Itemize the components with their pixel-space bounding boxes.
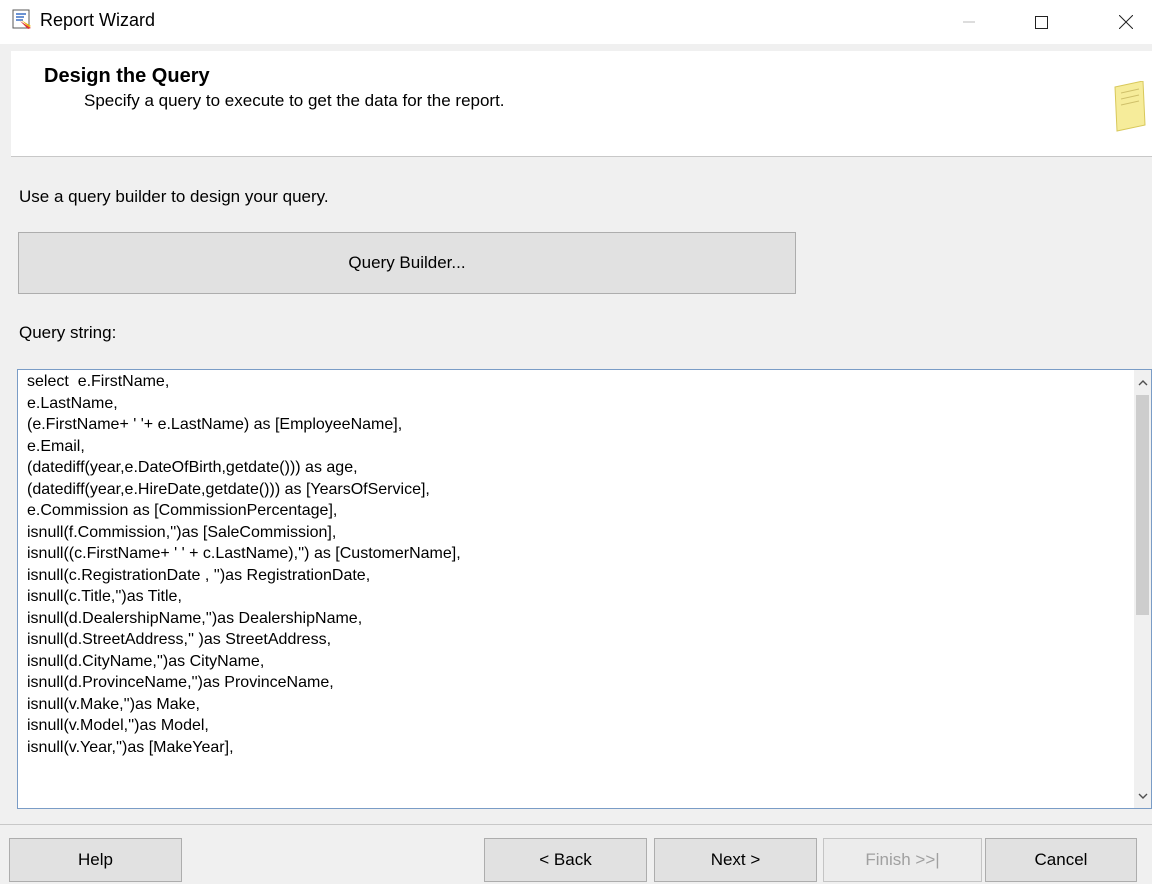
close-icon	[1119, 15, 1133, 29]
query-string-textarea[interactable]: select e.FirstName, e.LastName, (e.First…	[17, 369, 1152, 809]
report-wizard-icon	[11, 8, 33, 30]
scrollbar-thumb[interactable]	[1136, 395, 1149, 615]
wizard-header: Design the Query Specify a query to exec…	[11, 51, 1152, 157]
query-string-text[interactable]: select e.FirstName, e.LastName, (e.First…	[27, 371, 1117, 807]
minimize-icon	[963, 21, 975, 23]
chevron-down-icon	[1138, 793, 1147, 799]
maximize-button[interactable]	[1018, 0, 1064, 44]
page-subtitle: Specify a query to execute to get the da…	[84, 91, 505, 110]
footer-divider	[0, 824, 1152, 825]
query-string-label: Query string:	[19, 323, 117, 342]
cancel-button[interactable]: Cancel	[985, 838, 1137, 882]
back-button[interactable]: < Back	[484, 838, 647, 882]
close-button[interactable]	[1103, 0, 1149, 44]
title-bar: Report Wizard	[0, 0, 1152, 44]
window-title: Report Wizard	[40, 10, 156, 30]
minimize-button[interactable]	[946, 0, 992, 44]
query-builder-button[interactable]: Query Builder...	[18, 232, 796, 294]
next-button[interactable]: Next >	[654, 838, 817, 882]
scroll-up-button[interactable]	[1134, 370, 1151, 394]
finish-button[interactable]: Finish >>|	[823, 838, 982, 882]
page-title: Design the Query	[44, 65, 210, 87]
query-scrollbar[interactable]	[1134, 370, 1151, 808]
query-builder-hint: Use a query builder to design your query…	[19, 187, 329, 206]
maximize-icon	[1034, 15, 1048, 29]
chevron-up-icon	[1138, 379, 1147, 385]
help-button[interactable]: Help	[9, 838, 182, 882]
note-icon	[1113, 80, 1147, 133]
scroll-down-button[interactable]	[1134, 784, 1151, 808]
